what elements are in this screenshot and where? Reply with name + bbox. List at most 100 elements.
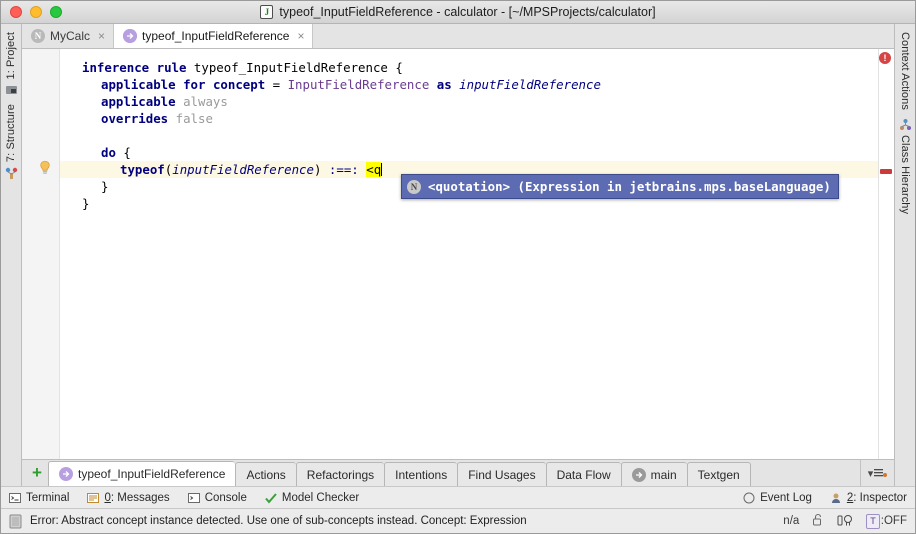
close-window-button[interactable] (10, 6, 22, 18)
code-token: as (437, 77, 452, 92)
bottom-tab-label: Textgen (698, 468, 740, 482)
code-content[interactable]: inference rule typeof_InputFieldReferenc… (60, 49, 878, 459)
editor-gutter (22, 49, 60, 459)
sidebar-item-structure-label: 7: Structure (5, 104, 17, 162)
zoom-window-button[interactable] (50, 6, 62, 18)
code-token: } (82, 196, 89, 211)
editor-tab-typeof-inputfieldreference[interactable]: typeof_InputFieldReference × (114, 24, 313, 48)
arrow-icon (123, 29, 137, 43)
keyboard-toggle[interactable]: T :OFF (866, 514, 907, 529)
sidebar-item-project[interactable]: 1: Project (5, 28, 18, 100)
tool-window-model-checker-label: Model Checker (282, 492, 359, 504)
project-icon (5, 83, 18, 96)
code-token: InputFieldReference (288, 77, 430, 92)
sidebar-item-context-actions[interactable]: Context Actions (899, 28, 911, 114)
chevron-down-icon: ▾ (868, 467, 874, 480)
code-line: overrides false (60, 110, 878, 127)
code-token (149, 60, 156, 75)
close-icon[interactable]: × (297, 29, 304, 43)
tabstrip-filler (313, 24, 894, 48)
tool-window-inspector[interactable]: 2: Inspector (830, 492, 907, 504)
error-count-badge[interactable]: ! (879, 52, 891, 64)
window-title-group: J typeof_InputFieldReference - calculato… (1, 5, 915, 19)
code-token: do (101, 145, 116, 160)
code-token: :==: (329, 162, 359, 177)
code-token: { (395, 60, 402, 75)
bottom-tabs-filler (751, 460, 860, 486)
code-token (176, 77, 183, 92)
node-icon: N (31, 29, 45, 43)
tool-window-model-checker[interactable]: Model Checker (265, 492, 359, 504)
bottom-tab-find-usages[interactable]: Find Usages (457, 462, 545, 486)
completion-popup-item-label[interactable]: <quotation> (Expression in jetbrains.mps… (428, 178, 831, 195)
sidebar-item-project-label: 1: Project (5, 32, 17, 79)
unlock-icon[interactable] (812, 513, 824, 530)
editor-tab-mycalc[interactable]: N MyCalc × (22, 24, 114, 48)
code-token: inputFieldReference (172, 162, 314, 177)
memory-icon[interactable] (9, 514, 22, 529)
code-token (186, 60, 193, 75)
bottom-tab-label: Find Usages (468, 468, 535, 482)
bottom-tab-main[interactable]: main (621, 462, 687, 486)
tool-window-terminal[interactable]: Terminal (9, 492, 69, 504)
caret-position: n/a (783, 515, 799, 527)
code-token: typeof (120, 162, 165, 177)
terminal-icon (9, 492, 21, 504)
code-token (265, 77, 272, 92)
window-title: typeof_InputFieldReference - calculator … (279, 5, 655, 19)
tool-window-event-log[interactable]: Event Log (743, 492, 812, 504)
code-token (321, 162, 328, 177)
code-line: applicable for concept = InputFieldRefer… (60, 76, 878, 93)
messages-icon (87, 492, 99, 504)
tool-window-messages[interactable]: 0: Messages (87, 492, 169, 504)
lightbulb-icon[interactable] (38, 160, 52, 179)
bottom-tab-data-flow[interactable]: Data Flow (546, 462, 621, 486)
code-token (429, 77, 436, 92)
bottom-tab-actions[interactable]: Actions (235, 462, 295, 486)
bottom-tabs-container: typeof_InputFieldReference Actions Refacto… (48, 460, 751, 486)
model-checker-icon (265, 492, 277, 504)
error-marker-stripe[interactable] (880, 169, 892, 174)
bottom-tab-refactorings[interactable]: Refactorings (296, 462, 384, 486)
status-message: Error: Abstract concept instance detecte… (30, 515, 527, 527)
mps-ide-window: J typeof_InputFieldReference - calculato… (0, 0, 916, 534)
messages-label-rest: : Messages (111, 492, 170, 504)
inspector-label-rest: : Inspector (853, 492, 907, 504)
sidebar-item-class-hierarchy[interactable]: Class Hierarchy (899, 114, 912, 218)
bottom-tab-textgen[interactable]: Textgen (687, 462, 751, 486)
add-tab-button[interactable]: + (26, 460, 48, 486)
code-token: concept (213, 77, 265, 92)
mps-app-icon: J (260, 5, 273, 19)
bottom-tab-label: Actions (246, 468, 285, 482)
bottom-tab-typeof-inputfieldreference[interactable]: typeof_InputFieldReference (48, 461, 235, 486)
code-line: do { (60, 144, 878, 161)
close-icon[interactable]: × (98, 29, 105, 43)
bottom-tab-label: typeof_InputFieldReference (78, 467, 225, 481)
completion-popup[interactable]: N <quotation> (Expression in jetbrains.m… (401, 174, 839, 199)
code-token: } (101, 179, 108, 194)
editor-tab-strip: N MyCalc × typeof_InputFieldReference × (22, 24, 894, 49)
code-token: false (176, 111, 213, 126)
code-token: for (183, 77, 205, 92)
code-token: inference (82, 60, 149, 75)
status-bar: Error: Abstract concept instance detecte… (1, 508, 915, 533)
editor-hints-tab-bar: + typeof_InputFieldReference Actions Refac… (22, 459, 894, 486)
sidebar-item-context-actions-label: Context Actions (899, 32, 911, 110)
plug-icon[interactable] (837, 513, 853, 530)
code-input-token[interactable]: <q (366, 162, 381, 177)
tool-window-event-log-label: Event Log (760, 492, 812, 504)
bottom-tab-intentions[interactable]: Intentions (384, 462, 457, 486)
node-icon: N (407, 180, 421, 194)
list-icon (874, 468, 887, 479)
tab-list-button[interactable]: ▾ (860, 460, 894, 486)
editor-marker-bar[interactable]: ! (878, 49, 894, 459)
code-token (205, 77, 212, 92)
minimize-window-button[interactable] (30, 6, 42, 18)
sidebar-item-structure[interactable]: 7: Structure (5, 100, 18, 183)
center-column: N MyCalc × typeof_InputFieldReference × (22, 24, 894, 486)
tool-window-console[interactable]: Console (188, 492, 247, 504)
arrow-grey-icon (632, 468, 646, 482)
code-token: { (123, 145, 130, 160)
right-tool-rail: Context Actions Class Hierarchy (894, 24, 915, 486)
code-line (60, 127, 878, 144)
